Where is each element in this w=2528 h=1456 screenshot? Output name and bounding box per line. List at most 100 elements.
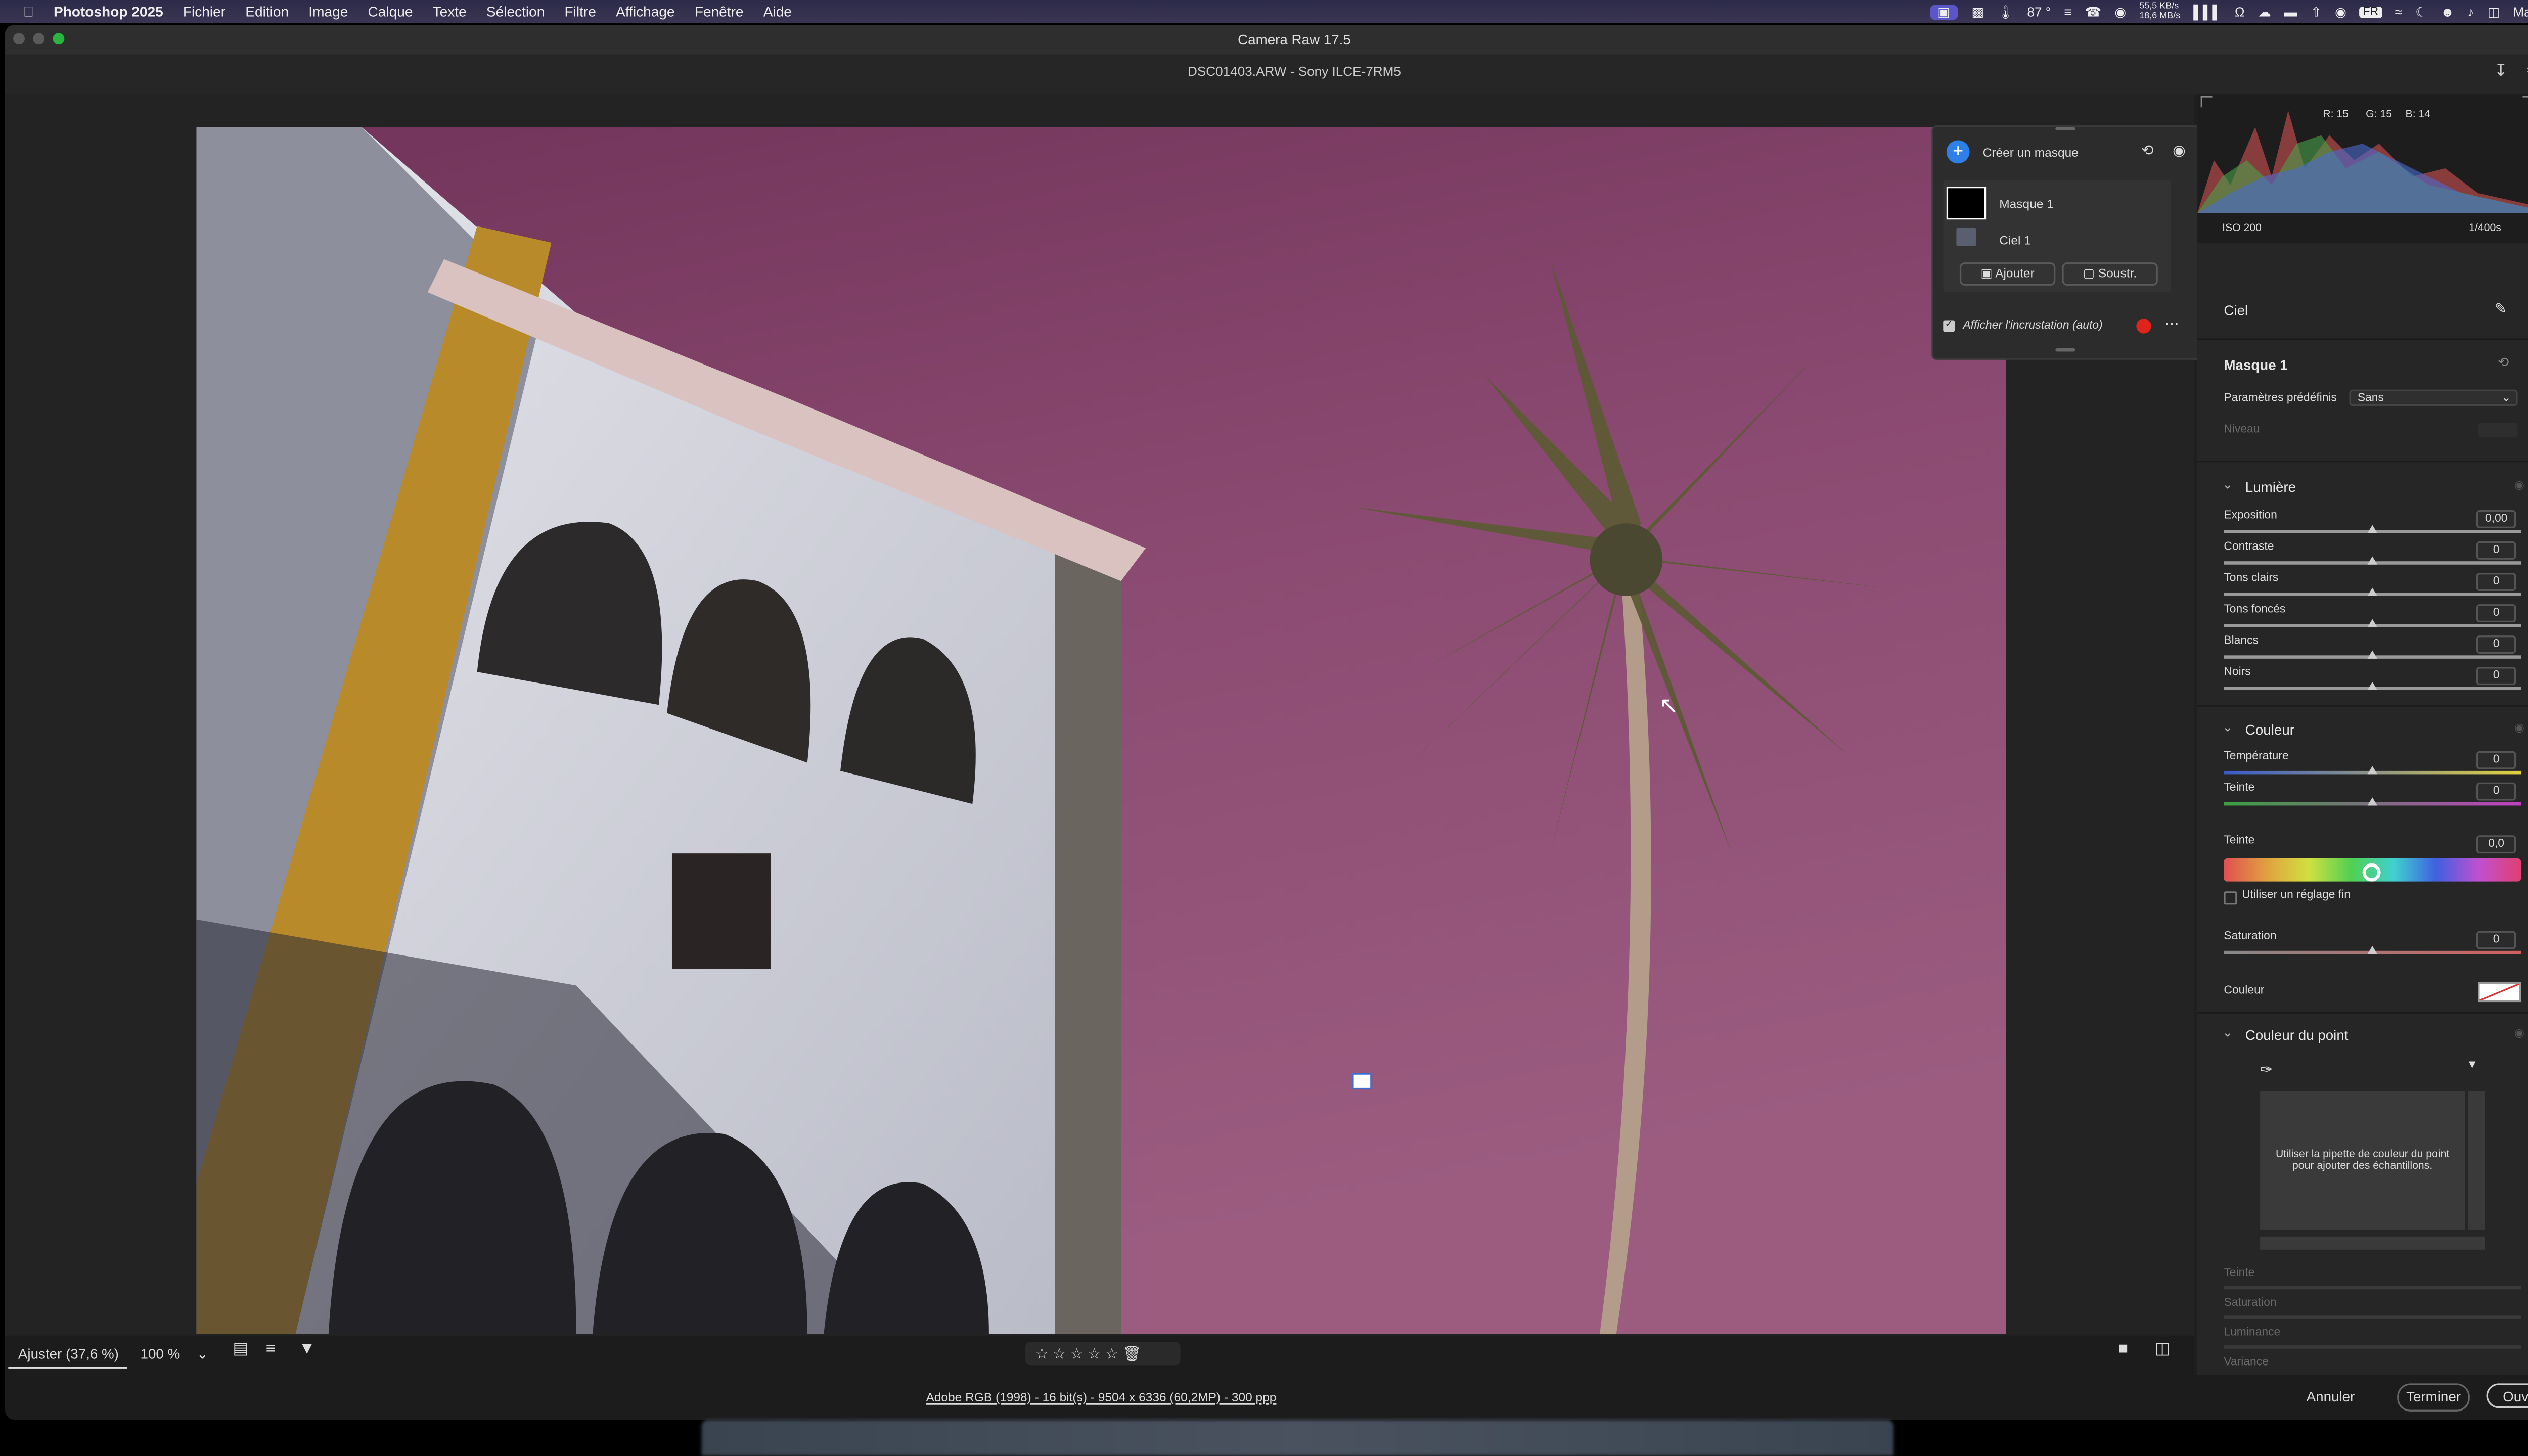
hue-value[interactable]: 0,0 bbox=[2476, 835, 2516, 854]
noirs-value[interactable]: 0 bbox=[2476, 667, 2516, 686]
overlay-checkbox[interactable]: ✓ bbox=[1943, 320, 1955, 332]
preset-select[interactable]: Sans ⌄ bbox=[2349, 389, 2518, 406]
menu-fichier[interactable]: Fichier bbox=[183, 4, 225, 20]
control-center-icon[interactable]: ◫ bbox=[2488, 4, 2500, 19]
color-swatch[interactable] bbox=[2478, 982, 2521, 1003]
point-color-section-title[interactable]: Couleur du point bbox=[2245, 1027, 2349, 1043]
subtract-button[interactable]: ▢ Soustr. bbox=[2062, 262, 2158, 286]
gear-icon[interactable]: ⚙ bbox=[2526, 55, 2528, 91]
noirs-slider-thumb[interactable] bbox=[2367, 681, 2378, 690]
more-options-icon[interactable]: ⋯ bbox=[2164, 315, 2179, 334]
moon-icon[interactable]: ☾ bbox=[2415, 4, 2427, 19]
tons-clairs-slider-thumb[interactable] bbox=[2367, 587, 2378, 596]
menu-aide[interactable]: Aide bbox=[763, 4, 792, 20]
edit-mask-icon[interactable]: ✎ bbox=[2495, 300, 2507, 318]
visibility-icon[interactable]: ◉ bbox=[2514, 721, 2524, 735]
cpu-graph-icon[interactable]: ▌▌▌ bbox=[2193, 4, 2222, 19]
drag-handle[interactable] bbox=[2055, 127, 2075, 130]
menu-texte[interactable]: Texte bbox=[433, 4, 467, 20]
clock[interactable]: Mar. 15:48 bbox=[2513, 4, 2528, 19]
overlay-color-swatch[interactable] bbox=[2136, 318, 2151, 334]
highlight-clipping-icon[interactable] bbox=[2522, 96, 2528, 107]
record-icon[interactable]: ◉ bbox=[2335, 4, 2346, 19]
caret-down-icon[interactable]: ▼ bbox=[2466, 1060, 2478, 1071]
shadow-clipping-icon[interactable] bbox=[2200, 96, 2213, 108]
saturation-value[interactable]: 0 bbox=[2476, 931, 2516, 949]
hue-strip[interactable] bbox=[2260, 1236, 2485, 1250]
exposition-value[interactable]: 0,00 bbox=[2476, 510, 2516, 528]
mask-thumbnail[interactable] bbox=[1946, 186, 1987, 220]
star-1-icon[interactable]: ☆ bbox=[1035, 1345, 1048, 1362]
close-button[interactable] bbox=[13, 33, 25, 45]
tons-clairs-value[interactable]: 0 bbox=[2476, 573, 2516, 591]
menu-filtre[interactable]: Filtre bbox=[565, 4, 596, 20]
eyedropper-icon[interactable]: ✑ bbox=[2260, 1062, 2273, 1080]
star-2-icon[interactable]: ☆ bbox=[1053, 1345, 1066, 1362]
language-indicator[interactable]: FR bbox=[2360, 6, 2382, 18]
color-section-title[interactable]: Couleur bbox=[2245, 721, 2294, 738]
saturation-slider-thumb[interactable] bbox=[2367, 946, 2378, 954]
reset-icon[interactable]: ⟲ bbox=[2498, 355, 2509, 370]
apple-icon[interactable]:  bbox=[23, 4, 34, 20]
light-section-title[interactable]: Lumière bbox=[2245, 479, 2296, 495]
visibility-icon[interactable]: ◉ bbox=[2514, 479, 2524, 492]
screen-mirror-icon[interactable]: ▣ bbox=[1929, 4, 1959, 19]
luminance-strip[interactable] bbox=[2468, 1091, 2485, 1230]
camera-icon[interactable]: ▩ bbox=[1971, 4, 1984, 19]
single-view-icon[interactable]: ■ bbox=[2118, 1340, 2128, 1358]
blancs-value[interactable]: 0 bbox=[2476, 635, 2516, 654]
color-wheel-icon[interactable]: ◉ bbox=[2114, 4, 2126, 19]
trash-icon[interactable]: 🗑 bbox=[1122, 1345, 1141, 1362]
menu-calque[interactable]: Calque bbox=[368, 4, 413, 20]
sort-icon[interactable]: ≡ bbox=[266, 1340, 276, 1358]
fit-zoom-button[interactable]: Ajuster (37,6 %) bbox=[8, 1339, 127, 1369]
fine-adjust-checkbox[interactable] bbox=[2224, 891, 2237, 905]
thermometer-icon[interactable]: 🌡 bbox=[1997, 4, 2014, 19]
star-3-icon[interactable]: ☆ bbox=[1070, 1345, 1084, 1362]
menu-affichage[interactable]: Affichage bbox=[616, 4, 675, 20]
cloud-icon[interactable]: ☁ bbox=[2258, 4, 2271, 19]
filmstrip-icon[interactable]: ▤ bbox=[233, 1340, 248, 1358]
upload-icon[interactable]: ⇧ bbox=[2311, 4, 2322, 19]
exposition-slider-thumb[interactable] bbox=[2367, 525, 2378, 533]
tint-slider-thumb[interactable] bbox=[2367, 797, 2378, 806]
temperature-slider-thumb[interactable] bbox=[2367, 766, 2378, 775]
sliders-icon[interactable]: ≡ bbox=[2064, 4, 2071, 19]
photo-preview[interactable] bbox=[196, 127, 2006, 1334]
workflow-link[interactable]: Adobe RGB (1998) - 16 bit(s) - 9504 x 63… bbox=[926, 1390, 1276, 1404]
menu-fenetre[interactable]: Fenêtre bbox=[695, 4, 744, 20]
menu-edition[interactable]: Edition bbox=[245, 4, 289, 20]
menu-selection[interactable]: Sélection bbox=[486, 4, 545, 20]
star-5-icon[interactable]: ☆ bbox=[1105, 1345, 1118, 1362]
user-icon[interactable]: ☻ bbox=[2441, 4, 2455, 19]
menu-image[interactable]: Image bbox=[308, 4, 348, 20]
reset-mask-icon[interactable]: ⟲ bbox=[2141, 142, 2154, 160]
chevron-down-icon[interactable]: ⌄ bbox=[2222, 1025, 2233, 1040]
tons-fonces-slider-thumb[interactable] bbox=[2367, 619, 2378, 627]
app-menu[interactable]: Photoshop 2025 bbox=[54, 4, 163, 20]
hue-slider-handle[interactable] bbox=[2362, 863, 2381, 882]
wifi-icon[interactable]: ≈ bbox=[2395, 4, 2402, 19]
mask-component-name[interactable]: Ciel 1 bbox=[1999, 233, 2031, 247]
cancel-button[interactable]: Annuler bbox=[2307, 1385, 2355, 1408]
create-mask-label[interactable]: Créer un masque bbox=[1983, 145, 2079, 160]
star-4-icon[interactable]: ☆ bbox=[1088, 1345, 1101, 1362]
open-button[interactable]: Ouvrir ⌄ bbox=[2486, 1383, 2528, 1408]
visibility-icon[interactable]: ◉ bbox=[2514, 1027, 2524, 1040]
tint-value[interactable]: 0 bbox=[2476, 782, 2516, 801]
save-icon[interactable]: ↧ bbox=[2494, 55, 2508, 91]
minimize-button[interactable] bbox=[33, 33, 45, 45]
zoom-button[interactable] bbox=[53, 33, 65, 45]
chevron-down-icon[interactable]: ⌄ bbox=[2222, 477, 2233, 492]
volume-icon[interactable]: ♪ bbox=[2467, 4, 2474, 19]
tons-fonces-value[interactable]: 0 bbox=[2476, 604, 2516, 623]
chevron-down-icon[interactable]: ⌄ bbox=[2222, 720, 2233, 735]
before-after-icon[interactable]: ◫ bbox=[2154, 1340, 2170, 1358]
mask-name[interactable]: Masque 1 bbox=[1999, 197, 2054, 211]
dock[interactable] bbox=[701, 1420, 1894, 1456]
contraste-slider-thumb[interactable] bbox=[2367, 556, 2378, 565]
mask-pin-icon[interactable] bbox=[1352, 1073, 1372, 1090]
temperature-value[interactable]: 0 bbox=[2476, 751, 2516, 769]
drag-handle-bottom[interactable] bbox=[2055, 348, 2075, 352]
sample-area[interactable]: Utiliser la pipette de couleur du point … bbox=[2260, 1091, 2465, 1230]
